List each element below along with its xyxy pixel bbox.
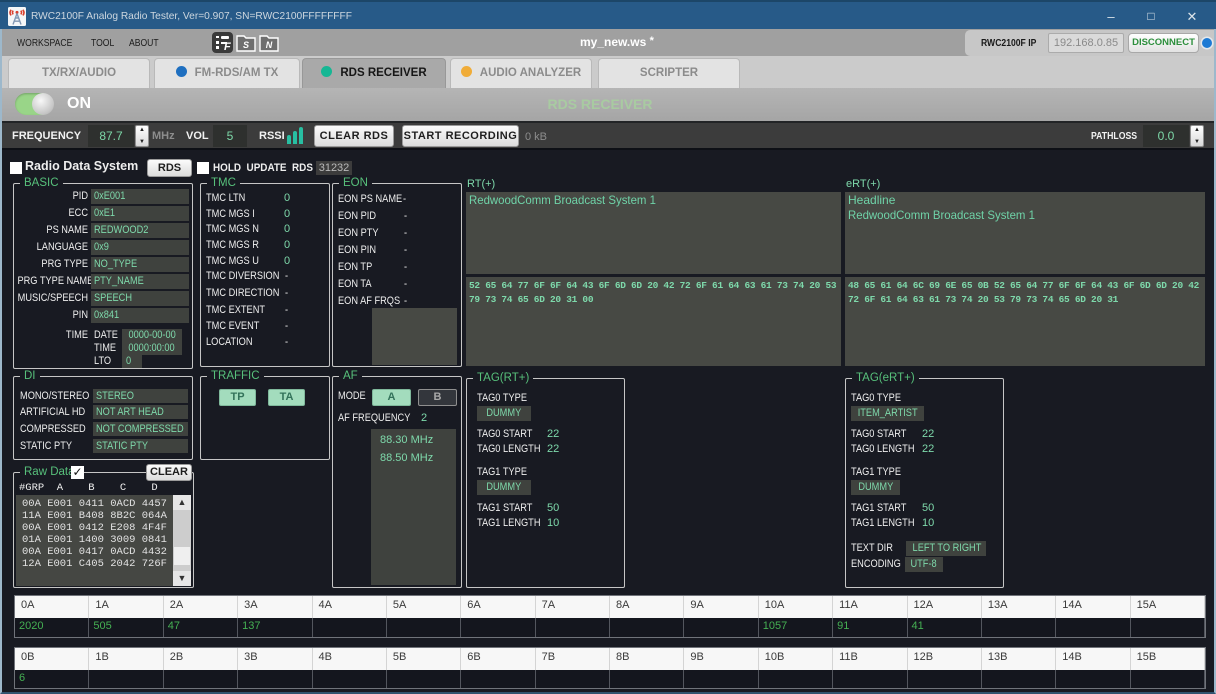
svg-text:N: N [266,40,273,50]
svg-text:S: S [243,40,249,50]
